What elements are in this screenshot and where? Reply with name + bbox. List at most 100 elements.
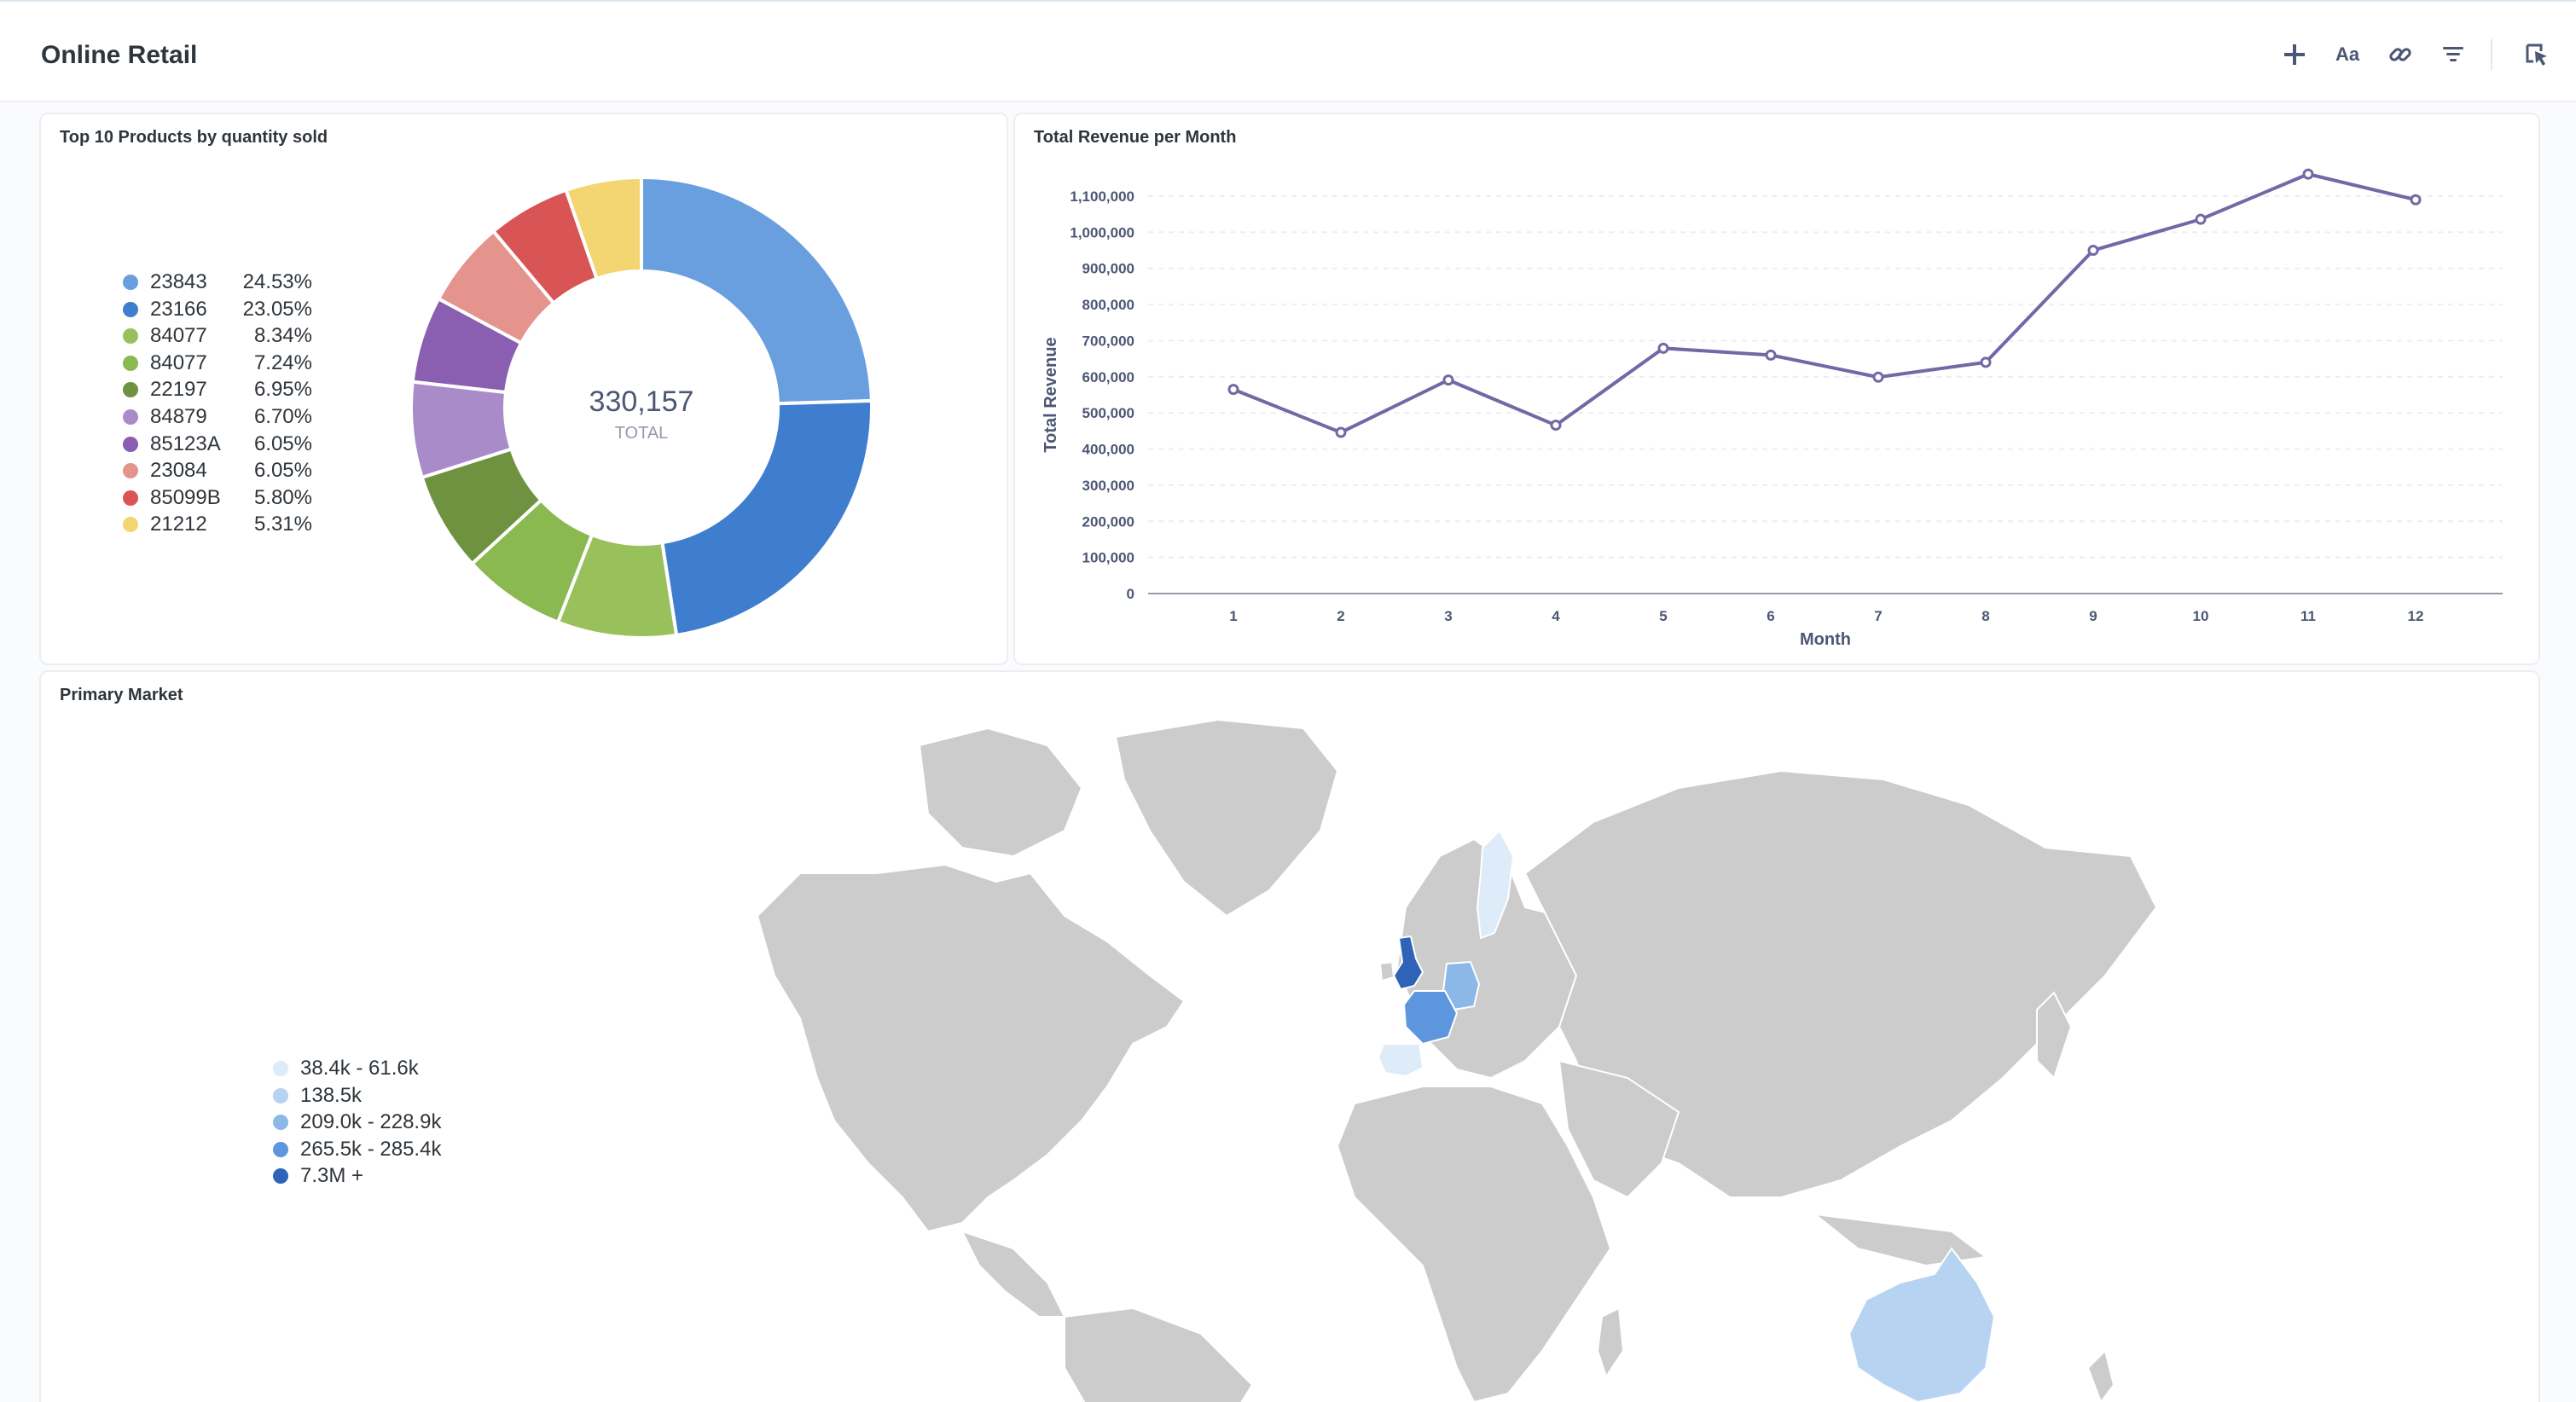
add-filter-button[interactable]	[2434, 36, 2472, 73]
revenue-series-line	[1233, 172, 2416, 435]
legend-label: 84077	[150, 324, 207, 348]
legend-percent: 6.95%	[253, 378, 312, 402]
map-north-america[interactable]	[756, 863, 1186, 1233]
map-legend-swatch	[273, 1087, 288, 1104]
map-legend-swatch	[273, 1061, 288, 1076]
donut-legend-item[interactable]: 85099B 5.80%	[123, 485, 312, 511]
text-icon: Aa	[2335, 43, 2360, 65]
data-point[interactable]	[1980, 356, 1992, 368]
donut-legend-item[interactable]: 22197 6.95%	[123, 377, 312, 403]
donut-chart: 330,157 TOTAL	[409, 175, 873, 640]
plus-icon	[2284, 44, 2305, 65]
legend-label: 22197	[150, 378, 207, 402]
legend-dot	[123, 355, 138, 371]
map-legend-item: 7.3M +	[273, 1163, 363, 1189]
donut-total-label: TOTAL	[615, 424, 669, 443]
legend-percent: 5.80%	[253, 485, 312, 509]
map-legend-label: 209.0k - 228.9k	[300, 1110, 442, 1134]
map-legend-label: 7.3M +	[300, 1164, 364, 1188]
y-tick-label: 100,000	[1082, 550, 1134, 566]
data-point[interactable]	[1227, 384, 1239, 396]
legend-label: 85123A	[150, 432, 221, 455]
donut-slice[interactable]	[640, 175, 873, 406]
data-point[interactable]	[1872, 371, 1884, 383]
y-tick-label: 200,000	[1082, 513, 1134, 530]
donut-chart-card[interactable]: Top 10 Products by quantity sold 23843 24…	[39, 113, 1008, 665]
legend-percent: 6.70%	[253, 405, 312, 428]
legend-percent: 5.31%	[253, 513, 312, 536]
donut-legend-item[interactable]: 23084 6.05%	[123, 458, 312, 484]
legend-dot	[123, 301, 138, 317]
x-tick-label: 11	[2300, 608, 2316, 624]
legend-percent: 24.53%	[242, 270, 312, 293]
donut-legend-item[interactable]: 21212 5.31%	[123, 512, 312, 537]
world-map[interactable]	[706, 720, 2173, 1402]
x-tick-label: 2	[1337, 608, 1344, 624]
map-legend-label: 38.4k - 61.6k	[300, 1057, 419, 1080]
donut-slice[interactable]	[660, 398, 873, 638]
x-tick-label: 5	[1659, 608, 1667, 624]
map-australia[interactable]	[1848, 1247, 1996, 1402]
map-legend-item: 209.0k - 228.9k	[273, 1109, 441, 1135]
y-tick-label: 500,000	[1082, 405, 1134, 421]
legend-label: 23843	[150, 270, 207, 293]
x-tick-label: 9	[2089, 608, 2097, 624]
map-southeast-asia[interactable]	[1812, 1213, 1988, 1267]
legend-label: 85099B	[150, 485, 221, 509]
data-point[interactable]	[1657, 342, 1669, 354]
donut-legend-item[interactable]: 84077 8.34%	[123, 323, 312, 349]
map-south-america[interactable]	[1064, 1306, 1254, 1402]
map-legend-label: 138.5k	[300, 1083, 363, 1107]
donut-legend-item[interactable]: 23166 23.05%	[123, 297, 312, 322]
map-legend-swatch	[273, 1168, 288, 1185]
data-point[interactable]	[1335, 426, 1347, 438]
data-point[interactable]	[1550, 420, 1562, 432]
link-icon	[2389, 48, 2411, 61]
add-card-button[interactable]	[2276, 36, 2313, 73]
legend-percent: 6.05%	[253, 459, 312, 483]
data-point[interactable]	[2410, 194, 2422, 206]
click-behavior-button[interactable]	[2518, 36, 2556, 73]
map-ireland[interactable]	[1378, 960, 1395, 982]
data-point[interactable]	[2087, 245, 2099, 257]
x-tick-label: 8	[1981, 608, 1989, 624]
map-arctic-islands[interactable]	[918, 727, 1083, 858]
legend-percent: 6.05%	[253, 432, 312, 455]
map-legend-swatch	[273, 1141, 288, 1157]
legend-dot	[123, 382, 138, 398]
dashboard-header: Online Retail Aa	[0, 2, 2576, 102]
y-tick-label: 800,000	[1082, 297, 1134, 313]
legend-percent: 23.05%	[242, 297, 312, 321]
y-tick-label: 0	[1127, 586, 1134, 602]
data-point[interactable]	[2195, 213, 2207, 225]
map-madagascar[interactable]	[1596, 1306, 1625, 1379]
map-new-zealand[interactable]	[2086, 1349, 2115, 1402]
map-central-america[interactable]	[960, 1230, 1066, 1318]
donut-card-title: Top 10 Products by quantity sold	[60, 128, 328, 147]
data-point[interactable]	[1765, 349, 1777, 361]
legend-dot	[123, 463, 138, 479]
donut-legend-item[interactable]: 84879 6.70%	[123, 404, 312, 430]
y-axis-title: Total Revenue	[1041, 337, 1060, 452]
line-chart-card[interactable]: Total Revenue per Month 0 100,000 200,000 3…	[1013, 113, 2540, 665]
add-text-button[interactable]: Aa	[2329, 36, 2366, 73]
x-axis-title: Month	[1800, 630, 1851, 649]
legend-label: 84879	[150, 405, 207, 428]
y-tick-label: 400,000	[1082, 442, 1134, 458]
x-tick-label: 12	[2408, 608, 2424, 624]
map-greenland[interactable]	[1114, 720, 1339, 918]
click-behavior-icon	[2526, 43, 2547, 66]
legend-dot	[123, 275, 138, 290]
map-spain[interactable]	[1377, 1043, 1424, 1078]
map-france[interactable]	[1402, 990, 1459, 1046]
add-link-button[interactable]	[2382, 36, 2419, 73]
donut-legend-item[interactable]: 84077 7.24%	[123, 350, 312, 376]
line-chart: 0 100,000 200,000 300,000 400,000 500,000 600,…	[1041, 168, 2503, 649]
y-tick-label: 300,000	[1082, 478, 1134, 494]
map-card[interactable]: Primary Market 38.4k - 61.6k 138.5k 209.0k…	[39, 670, 2540, 1402]
donut-legend-item[interactable]: 85123A 6.05%	[123, 432, 312, 457]
data-point[interactable]	[2302, 168, 2314, 180]
data-point[interactable]	[1442, 374, 1454, 386]
donut-legend-item[interactable]: 23843 24.53%	[123, 269, 312, 295]
legend-percent: 8.34%	[253, 324, 312, 348]
